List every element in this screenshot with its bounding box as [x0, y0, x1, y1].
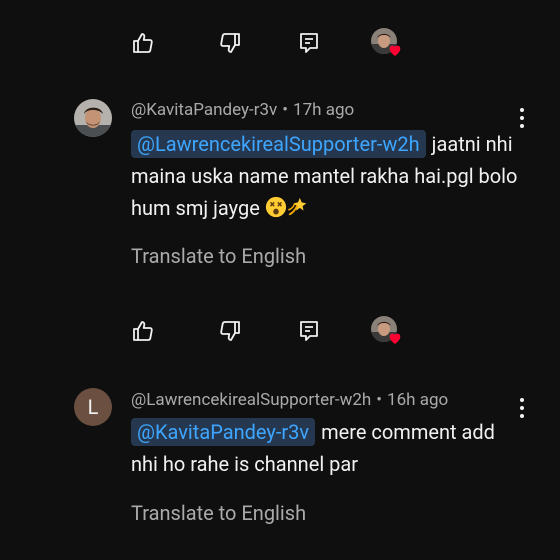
- dizzy-star-emoji: [287, 197, 307, 216]
- reply-button[interactable]: [296, 30, 322, 56]
- dizzy-face-emoji: [265, 196, 286, 218]
- translate-button[interactable]: Translate to English: [131, 244, 306, 268]
- comment-text: @KavitaPandey-r3v mere comment add nhi ho…: [131, 416, 526, 480]
- mention-link[interactable]: @LawrencekirealSupporter-w2h: [131, 130, 426, 158]
- avatar[interactable]: [74, 99, 112, 137]
- thumb-down-icon: [220, 321, 240, 341]
- mention-link[interactable]: @KavitaPandey-r3v: [131, 418, 316, 446]
- reply-comment-icon: [300, 321, 318, 341]
- dislike-button[interactable]: [217, 318, 243, 344]
- comment-actions: [0, 310, 560, 350]
- comment-time[interactable]: 17h ago: [293, 100, 354, 120]
- more-vertical-icon: [520, 108, 524, 128]
- author-name[interactable]: @LawrencekirealSupporter-w2h: [131, 390, 371, 410]
- author-name[interactable]: @KavitaPandey-r3v: [131, 100, 277, 120]
- avatar[interactable]: L: [74, 388, 112, 426]
- thumb-up-icon: [133, 33, 153, 53]
- avatar-letter: L: [87, 395, 99, 419]
- more-button[interactable]: [512, 106, 532, 130]
- thumb-up-icon: [133, 321, 153, 341]
- dislike-button[interactable]: [217, 30, 243, 56]
- heart-icon: [389, 45, 401, 56]
- comment-meta: @KavitaPandey-r3v • 17h ago: [131, 100, 354, 120]
- comment-actions-top: [0, 22, 560, 62]
- translate-button[interactable]: Translate to English: [131, 501, 306, 525]
- comment-time[interactable]: 16h ago: [387, 390, 448, 410]
- like-button[interactable]: [130, 30, 156, 56]
- thumb-down-icon: [220, 33, 240, 53]
- heart-icon: [389, 333, 401, 344]
- comment-text: @LawrencekirealSupporter-w2h jaatni nhi m…: [131, 128, 526, 224]
- meta-separator: •: [282, 100, 289, 120]
- reply-comment-icon: [300, 33, 318, 53]
- creator-heart-button[interactable]: [371, 316, 405, 346]
- reply-button[interactable]: [296, 318, 322, 344]
- comment-meta: @LawrencekirealSupporter-w2h • 16h ago: [131, 390, 448, 410]
- meta-separator: •: [376, 390, 383, 410]
- like-button[interactable]: [130, 318, 156, 344]
- creator-heart-button[interactable]: [371, 28, 405, 58]
